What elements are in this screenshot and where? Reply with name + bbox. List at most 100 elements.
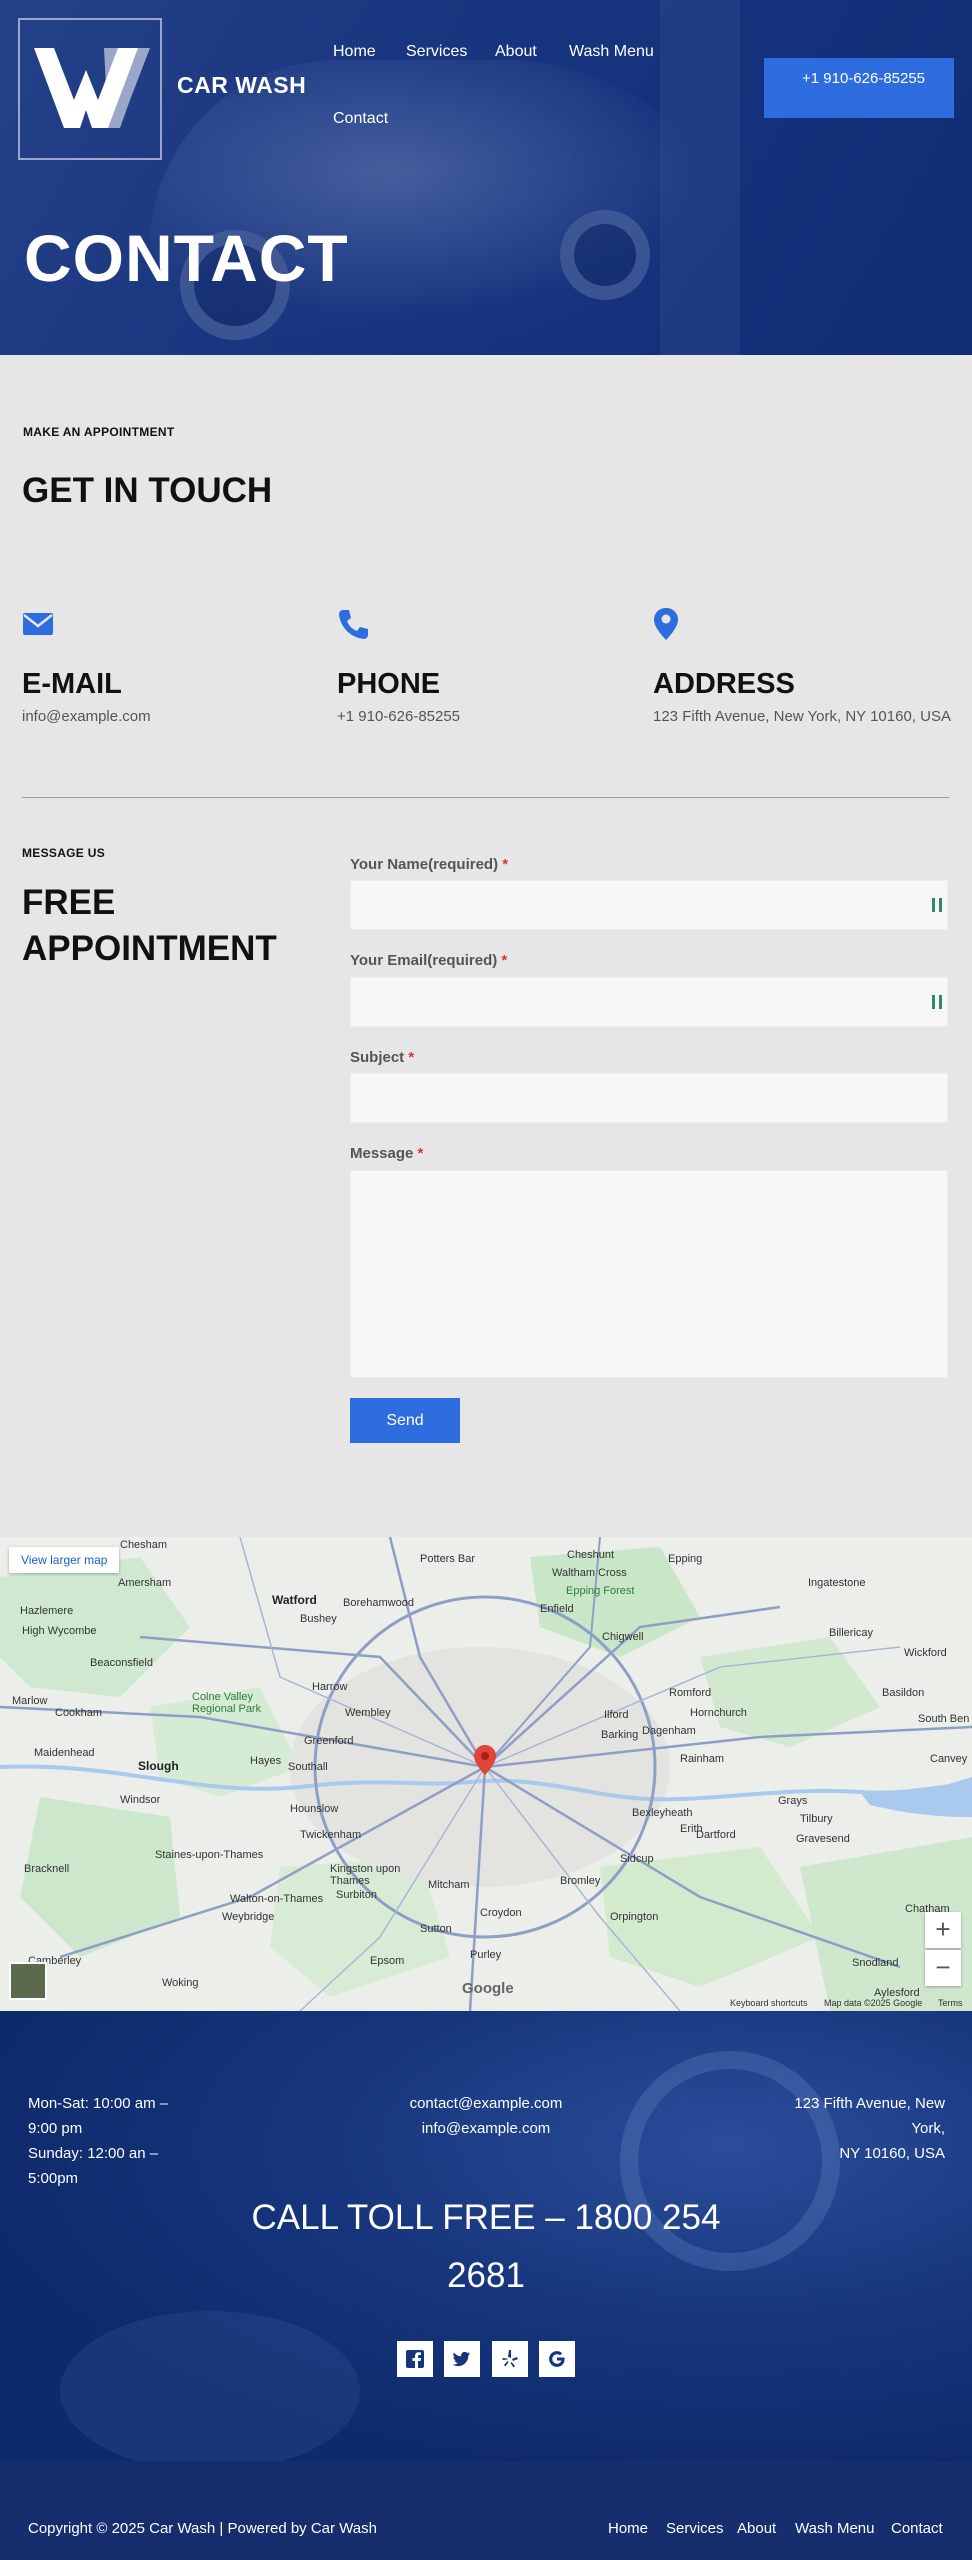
map-place-label: Amersham bbox=[118, 1577, 172, 1589]
nav-contact[interactable]: Contact bbox=[333, 110, 388, 128]
phone-text: +1 910-626-85255 bbox=[337, 708, 461, 725]
map-place-label: Bushey bbox=[300, 1613, 337, 1625]
map-place-label: Basildon bbox=[882, 1687, 925, 1699]
required-mark: * bbox=[417, 1145, 424, 1162]
message-field[interactable] bbox=[350, 1170, 948, 1378]
footer-nav-contact[interactable]: Contact bbox=[891, 2520, 943, 2537]
map-place-label: Hayes bbox=[250, 1755, 282, 1767]
map-place-label: High Wycombe bbox=[22, 1625, 97, 1637]
subject-label-text: Subject bbox=[350, 1049, 405, 1066]
map-place-label: Bromley bbox=[560, 1875, 601, 1887]
email-label: Your Email(required) * bbox=[350, 952, 507, 969]
map-place-label: Cheshunt bbox=[567, 1549, 615, 1561]
yelp-icon[interactable] bbox=[492, 2341, 528, 2377]
hours-sunday: Sunday: 12:00 an – 5:00pm bbox=[28, 2145, 159, 2187]
footer-nav-services[interactable]: Services bbox=[666, 2520, 724, 2537]
map-place-label: Weybridge bbox=[222, 1911, 275, 1923]
map-place-label: Purley bbox=[470, 1949, 502, 1961]
nav-wash-menu[interactable]: Wash Menu bbox=[569, 43, 654, 61]
message-label: Message * bbox=[350, 1145, 423, 1162]
email-field[interactable] bbox=[350, 977, 948, 1027]
map-place-label: Woking bbox=[162, 1977, 199, 1989]
footer-address-line1: 123 Fifth Avenue, New York, bbox=[794, 2095, 945, 2137]
map-place-label: Borehamwood bbox=[343, 1597, 414, 1609]
map-place-label: Gravesend bbox=[796, 1833, 850, 1845]
logo[interactable] bbox=[18, 18, 162, 160]
appointment-title: FREE APPOINTMENT bbox=[22, 883, 277, 968]
map-place-label: Hounslow bbox=[290, 1803, 339, 1815]
map-place-label: Croydon bbox=[480, 1907, 522, 1919]
map-place-label: Hornchurch bbox=[690, 1707, 747, 1719]
subject-field[interactable] bbox=[350, 1073, 948, 1123]
map-place-label: Walton-on-Thames bbox=[230, 1893, 324, 1905]
copyright-text: Copyright © 2025 Car Wash | Powered by C… bbox=[28, 2520, 377, 2537]
map-place-label: Surbiton bbox=[336, 1889, 377, 1901]
map-place-label: South Ben bbox=[918, 1713, 970, 1725]
map-place-label: Slough bbox=[138, 1759, 179, 1773]
google-logo: Google bbox=[462, 1980, 514, 1997]
keyboard-shortcuts-link[interactable]: Keyboard shortcuts bbox=[730, 1998, 808, 2008]
nav-services[interactable]: Services bbox=[406, 43, 467, 61]
map-pin-icon bbox=[654, 608, 678, 645]
footer-nav-home[interactable]: Home bbox=[608, 2520, 648, 2537]
address-title: ADDRESS bbox=[653, 668, 795, 700]
map-place-label: Harrow bbox=[312, 1681, 348, 1693]
map-place-label: Sidcup bbox=[620, 1853, 654, 1865]
message-label-text: Message bbox=[350, 1145, 414, 1162]
autofill-icon[interactable] bbox=[932, 995, 942, 1009]
required-mark: * bbox=[502, 856, 509, 873]
nav-about[interactable]: About bbox=[495, 43, 537, 61]
map-place-label: Bracknell bbox=[24, 1863, 70, 1875]
envelope-icon bbox=[22, 612, 54, 641]
map-place-label: Southall bbox=[288, 1761, 328, 1773]
view-larger-map-link[interactable]: View larger map bbox=[9, 1547, 120, 1573]
email-title: E-MAIL bbox=[22, 668, 122, 700]
brand-name[interactable]: CAR WASH bbox=[177, 72, 306, 99]
footer-emails: contact@example.com info@example.com bbox=[386, 2091, 586, 2141]
embedded-map[interactable]: View larger map Chesham Amersham Watford… bbox=[0, 1537, 972, 2011]
map-place-label: Ilford bbox=[604, 1709, 629, 1721]
map-zoom-out-button[interactable]: − bbox=[925, 1950, 961, 1986]
map-place-label: Marlow bbox=[12, 1695, 48, 1707]
email-text: info@example.com bbox=[22, 708, 151, 725]
map-place-label: Orpington bbox=[610, 1911, 659, 1923]
nav-home[interactable]: Home bbox=[333, 43, 376, 61]
facebook-icon[interactable] bbox=[397, 2341, 433, 2377]
map-place-label: Chigwell bbox=[602, 1631, 644, 1643]
footer-nav-wash-menu[interactable]: Wash Menu bbox=[795, 2520, 874, 2537]
footer-email-info[interactable]: info@example.com bbox=[386, 2116, 586, 2141]
hours-weekday: Mon-Sat: 10:00 am – 9:00 pm bbox=[28, 2095, 169, 2137]
required-mark: * bbox=[408, 1049, 415, 1066]
header-phone-button[interactable]: +1 910-626-85255 bbox=[764, 58, 954, 118]
map-place-label: Maidenhead bbox=[34, 1747, 95, 1759]
map-zoom-in-button[interactable]: + bbox=[925, 1912, 961, 1948]
map-place-label: Potters Bar bbox=[420, 1553, 476, 1565]
logo-w-icon bbox=[34, 48, 150, 128]
map-satellite-toggle[interactable] bbox=[9, 1962, 47, 2000]
map-place-label: Canvey bbox=[930, 1753, 968, 1765]
autofill-icon[interactable] bbox=[932, 898, 942, 912]
footer-nav-about[interactable]: About bbox=[737, 2520, 776, 2537]
map-place-label: Enfield bbox=[540, 1603, 574, 1615]
map-place-label: Colne Valley Regional Park bbox=[192, 1691, 262, 1715]
map-place-label: Twickenham bbox=[300, 1829, 362, 1841]
google-icon[interactable] bbox=[539, 2341, 575, 2377]
name-field[interactable] bbox=[350, 880, 948, 930]
map-place-label: Kingston upon Thames bbox=[330, 1863, 401, 1887]
map-place-label: Grays bbox=[778, 1795, 808, 1807]
map-place-label: Hazlemere bbox=[20, 1605, 74, 1617]
email-label-text: Your Email(required) bbox=[350, 952, 498, 969]
footer-email-contact[interactable]: contact@example.com bbox=[386, 2091, 586, 2116]
send-button[interactable]: Send bbox=[350, 1398, 460, 1443]
map-place-label: Rainham bbox=[680, 1753, 725, 1765]
page-title: CONTACT bbox=[24, 221, 349, 295]
footer-address: 123 Fifth Avenue, New York, NY 10160, US… bbox=[770, 2091, 945, 2166]
map-terms-link[interactable]: Terms bbox=[938, 1998, 963, 2008]
map-place-label: Watford bbox=[272, 1593, 317, 1607]
map-place-label: Staines-upon-Thames bbox=[155, 1849, 264, 1861]
map-place-label: Dartford bbox=[696, 1829, 736, 1841]
phone-title: PHONE bbox=[337, 668, 441, 700]
twitter-icon[interactable] bbox=[444, 2341, 480, 2377]
name-label: Your Name(required) * bbox=[350, 856, 508, 873]
phone-icon bbox=[337, 608, 369, 645]
